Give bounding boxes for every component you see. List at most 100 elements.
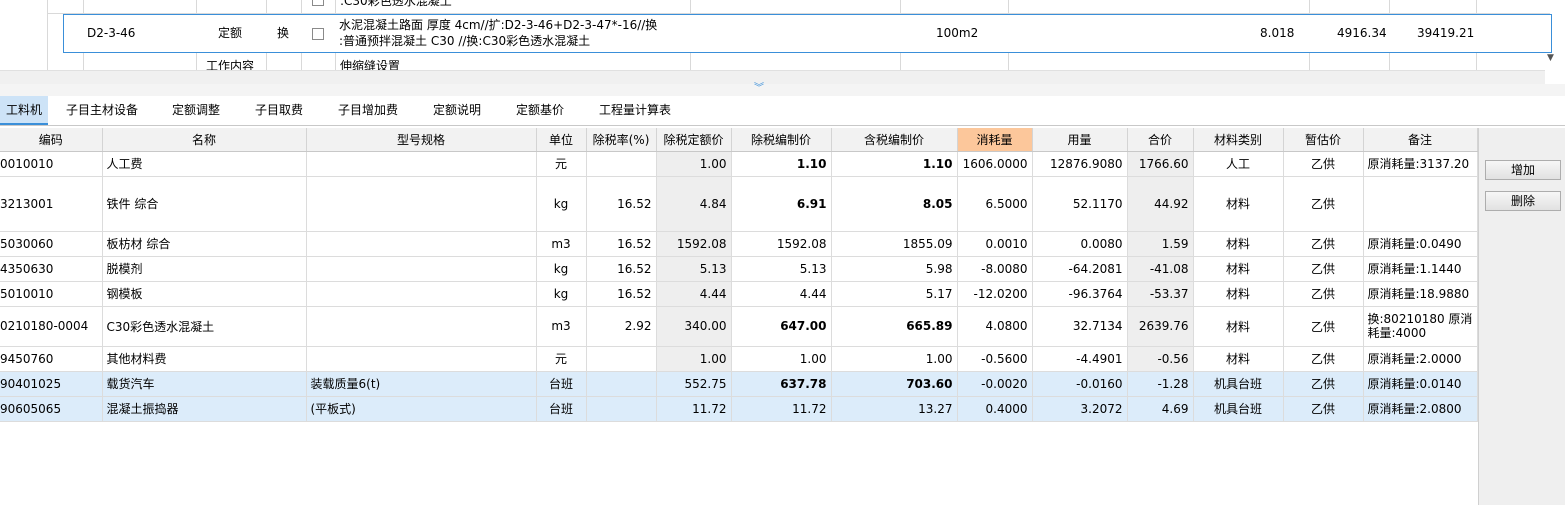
table-row[interactable]: 4350630 脱模剂 kg 16.52 5.13 5.13 5.98 -8.0… bbox=[0, 256, 1478, 282]
col-header-category[interactable]: 材料类别 bbox=[1193, 128, 1284, 152]
cell-code[interactable]: 5010010 bbox=[0, 281, 103, 307]
cell-remark[interactable]: 原消耗量:2.0800 bbox=[1363, 396, 1478, 422]
cell-usage[interactable]: 32.7134 bbox=[1032, 306, 1128, 347]
cell-estimate[interactable]: 乙供 bbox=[1283, 396, 1364, 422]
tab-quantity-calc[interactable]: 工程量计算表 bbox=[587, 96, 683, 125]
cell-usage[interactable]: 0.0080 bbox=[1032, 231, 1128, 257]
cell-estimate[interactable]: 乙供 bbox=[1283, 176, 1364, 232]
cell-category[interactable]: 材料 bbox=[1193, 256, 1284, 282]
cell-prep-price[interactable]: 637.78 bbox=[731, 371, 832, 397]
tab-quota-desc[interactable]: 定额说明 bbox=[421, 96, 493, 125]
cell-code[interactable]: 9450760 bbox=[0, 346, 103, 372]
cell-usage[interactable]: 12876.9080 bbox=[1032, 151, 1128, 177]
cell-code[interactable]: 0010010 bbox=[0, 151, 103, 177]
table-row[interactable]: 90401025 载货汽车 装载质量6(t) 台班 552.75 637.78 … bbox=[0, 371, 1478, 397]
cell-spec[interactable] bbox=[306, 256, 537, 282]
cell-prep-price[interactable]: 5.13 bbox=[731, 256, 832, 282]
cell-category[interactable]: 材料 bbox=[1193, 231, 1284, 257]
add-button[interactable]: 增加 bbox=[1485, 160, 1561, 180]
cell-prep-price[interactable]: 4.44 bbox=[731, 281, 832, 307]
cell-category[interactable]: 机具台班 bbox=[1193, 396, 1284, 422]
cell-spec[interactable]: (平板式) bbox=[306, 396, 537, 422]
col-header-consumption[interactable]: 消耗量 bbox=[957, 128, 1033, 152]
cell-estimate[interactable]: 乙供 bbox=[1283, 346, 1364, 372]
cell-tax-prep-price[interactable]: 1855.09 bbox=[831, 231, 958, 257]
cell-estimate[interactable]: 乙供 bbox=[1283, 151, 1364, 177]
cell-prep-price[interactable]: 6.91 bbox=[731, 176, 832, 232]
cell-category[interactable]: 人工 bbox=[1193, 151, 1284, 177]
cell-tax-rate[interactable]: 16.52 bbox=[586, 176, 657, 232]
cell-remark[interactable]: 换:80210180 原消耗量:4000 bbox=[1363, 306, 1478, 347]
cell-code[interactable]: 0210180-0004 bbox=[0, 306, 103, 347]
col-header-remark[interactable]: 备注 bbox=[1363, 128, 1478, 152]
cell-tax-prep-price[interactable]: 8.05 bbox=[831, 176, 958, 232]
cell-spec[interactable] bbox=[306, 346, 537, 372]
cell-remark[interactable]: 原消耗量:1.1440 bbox=[1363, 256, 1478, 282]
cell-tax-rate[interactable] bbox=[586, 151, 657, 177]
row-checkbox[interactable] bbox=[312, 0, 324, 6]
tab-main-material[interactable]: 子目主材设备 bbox=[56, 96, 148, 125]
cell-name[interactable]: C30彩色透水混凝土 bbox=[102, 306, 307, 347]
cell-consumption[interactable]: -8.0080 bbox=[957, 256, 1033, 282]
cell-estimate[interactable]: 乙供 bbox=[1283, 256, 1364, 282]
cell-estimate[interactable]: 乙供 bbox=[1283, 371, 1364, 397]
cell-prep-price[interactable]: 11.72 bbox=[731, 396, 832, 422]
cell-category[interactable]: 材料 bbox=[1193, 306, 1284, 347]
cell-spec[interactable] bbox=[306, 176, 537, 232]
cell-code[interactable]: 3213001 bbox=[0, 176, 103, 232]
cell-tax-prep-price[interactable]: 1.10 bbox=[831, 151, 958, 177]
table-row[interactable] bbox=[48, 0, 1550, 14]
table-row[interactable]: 90605065 混凝土振捣器 (平板式) 台班 11.72 11.72 13.… bbox=[0, 396, 1478, 422]
cell-consumption[interactable]: -0.5600 bbox=[957, 346, 1033, 372]
cell-remark[interactable] bbox=[1363, 176, 1478, 232]
cell-code[interactable]: 90605065 bbox=[0, 396, 103, 422]
cell-prep-price[interactable]: 1.10 bbox=[731, 151, 832, 177]
cell-unit[interactable]: 元 bbox=[536, 151, 587, 177]
tab-extra-fee[interactable]: 子目增加费 bbox=[326, 96, 410, 125]
tab-fee[interactable]: 子目取费 bbox=[243, 96, 315, 125]
cell-unit[interactable]: kg bbox=[536, 176, 587, 232]
cell-consumption[interactable]: -0.0020 bbox=[957, 371, 1033, 397]
col-header-code[interactable]: 编码 bbox=[0, 128, 103, 152]
cell-usage[interactable]: 3.2072 bbox=[1032, 396, 1128, 422]
cell-spec[interactable]: 装载质量6(t) bbox=[306, 371, 537, 397]
col-header-quota-price[interactable]: 除税定额价 bbox=[656, 128, 732, 152]
cell-tax-rate[interactable]: 16.52 bbox=[586, 256, 657, 282]
table-row[interactable]: 0210180-0004 C30彩色透水混凝土 m3 2.92 340.00 6… bbox=[0, 306, 1478, 347]
cell-spec[interactable] bbox=[306, 306, 537, 347]
cell-tax-prep-price[interactable]: 665.89 bbox=[831, 306, 958, 347]
cell-consumption[interactable]: 0.0010 bbox=[957, 231, 1033, 257]
cell-spec[interactable] bbox=[306, 231, 537, 257]
cell-category[interactable]: 材料 bbox=[1193, 176, 1284, 232]
col-header-total[interactable]: 合价 bbox=[1127, 128, 1194, 152]
cell-category[interactable]: 机具台班 bbox=[1193, 371, 1284, 397]
col-header-name[interactable]: 名称 bbox=[102, 128, 307, 152]
delete-button[interactable]: 删除 bbox=[1485, 191, 1561, 211]
cell-remark[interactable]: 原消耗量:18.9880 bbox=[1363, 281, 1478, 307]
cell-unit[interactable]: 元 bbox=[536, 346, 587, 372]
table-row[interactable]: 5010010 钢模板 kg 16.52 4.44 4.44 5.17 -12.… bbox=[0, 281, 1478, 307]
cell-tax-rate[interactable]: 16.52 bbox=[586, 231, 657, 257]
cell-usage[interactable]: -96.3764 bbox=[1032, 281, 1128, 307]
cell-unit[interactable]: 台班 bbox=[536, 396, 587, 422]
col-header-tax-prep-price[interactable]: 含税编制价 bbox=[831, 128, 958, 152]
scroll-down-arrow-icon[interactable]: ▼ bbox=[1547, 53, 1554, 63]
cell-code[interactable]: 4350630 bbox=[0, 256, 103, 282]
cell-category[interactable]: 材料 bbox=[1193, 346, 1284, 372]
cell-usage[interactable]: -4.4901 bbox=[1032, 346, 1128, 372]
cell-estimate[interactable]: 乙供 bbox=[1283, 281, 1364, 307]
cell-tax-prep-price[interactable]: 5.98 bbox=[831, 256, 958, 282]
cell-remark[interactable]: 原消耗量:0.0490 bbox=[1363, 231, 1478, 257]
cell-tax-rate[interactable] bbox=[586, 396, 657, 422]
tab-labor-material-machine[interactable]: 工料机 bbox=[0, 96, 48, 125]
cell-tax-rate[interactable] bbox=[586, 371, 657, 397]
cell-tax-rate[interactable] bbox=[586, 346, 657, 372]
horizontal-scrollbar[interactable] bbox=[0, 70, 1545, 84]
cell-usage[interactable]: -64.2081 bbox=[1032, 256, 1128, 282]
cell-remark[interactable]: 原消耗量:3137.20 bbox=[1363, 151, 1478, 177]
cell-consumption[interactable]: -12.0200 bbox=[957, 281, 1033, 307]
col-header-usage[interactable]: 用量 bbox=[1032, 128, 1128, 152]
cell-category[interactable]: 材料 bbox=[1193, 281, 1284, 307]
col-header-spec[interactable]: 型号规格 bbox=[306, 128, 537, 152]
cell-tax-prep-price[interactable]: 703.60 bbox=[831, 371, 958, 397]
